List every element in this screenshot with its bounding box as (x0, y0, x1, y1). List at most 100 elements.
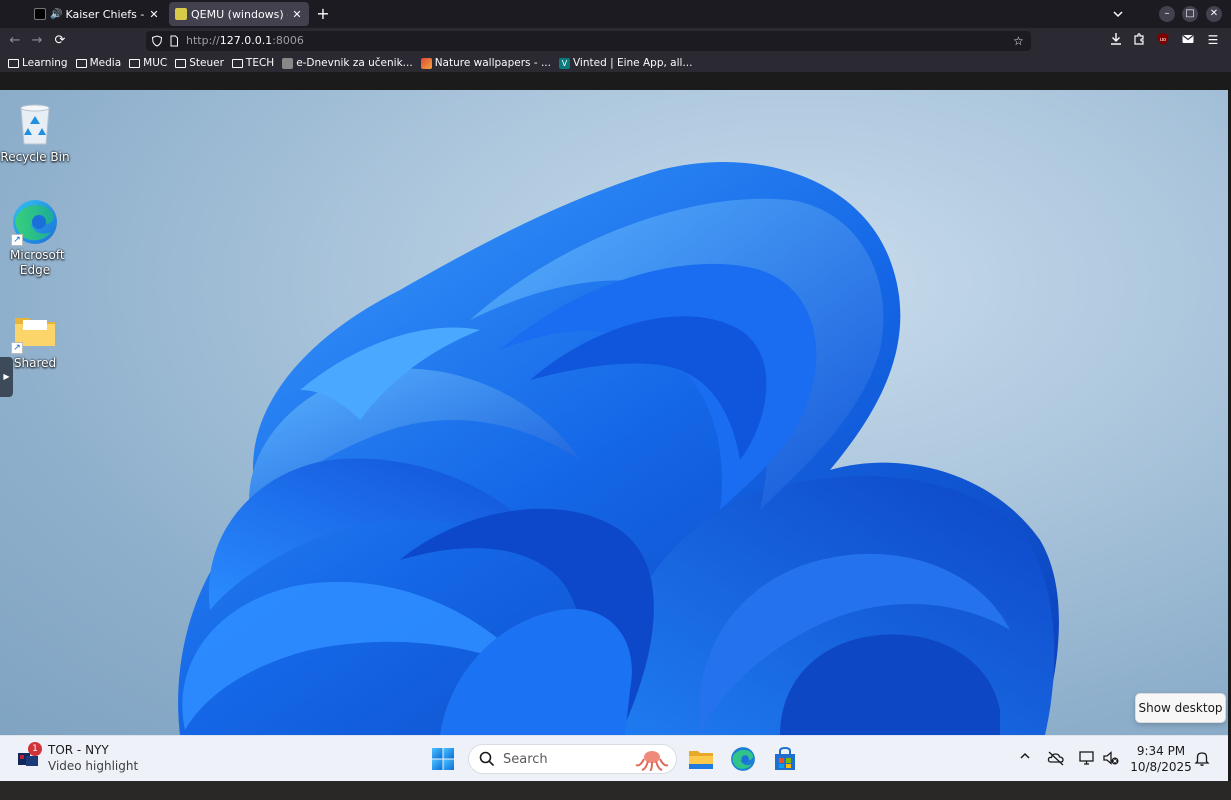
bookmark-label: MUC (143, 57, 168, 69)
list-all-tabs-button[interactable] (1110, 6, 1126, 22)
speaker-icon[interactable]: 🔊 (50, 9, 62, 20)
onedrive-tray-button[interactable] (1046, 749, 1066, 769)
bookmark-label: TECH (245, 57, 275, 69)
taskbar-microsoft-store[interactable] (772, 746, 798, 772)
reload-button[interactable]: ⟳ (51, 32, 69, 50)
bell-icon (1194, 752, 1210, 766)
bookmark-label: Vinted | Eine App, all... (572, 57, 693, 69)
desktop-icon-microsoft-edge[interactable]: ↗ Microsoft Edge (0, 198, 70, 278)
clock-date: 10/8/2025 (1130, 760, 1192, 774)
show-desktop-tooltip: Show desktop (1135, 693, 1226, 723)
qemu-favicon-icon (175, 8, 187, 20)
close-icon[interactable]: ✕ (291, 8, 303, 21)
bookmark-muc[interactable]: MUC (129, 57, 167, 69)
ublock-origin-icon[interactable]: uo (1155, 32, 1171, 48)
tab-tidal[interactable]: 🔊 Kaiser Chiefs - TIDAL ✕ (28, 2, 166, 26)
bookmark-star-icon[interactable]: ☆ (1013, 34, 1024, 48)
bookmark-steuer[interactable]: Steuer (175, 57, 224, 69)
bookmark-label: Learning (22, 57, 68, 69)
folder-icon (175, 58, 187, 68)
show-hidden-icons-button[interactable] (1015, 749, 1035, 769)
forward-button[interactable]: → (28, 32, 46, 50)
notifications-button[interactable] (1192, 749, 1212, 769)
menu-icon[interactable]: ☰ (1205, 32, 1221, 48)
bookmark-media[interactable]: Media (75, 57, 122, 69)
bookmark-label: e-Dnevnik za učenik... (296, 57, 413, 69)
tab-title: Kaiser Chiefs - TIDAL (65, 7, 145, 21)
windows-logo-icon (432, 748, 454, 770)
bookmark-label: Steuer (189, 57, 224, 69)
downloads-icon[interactable] (1108, 32, 1124, 48)
edge-icon: ↗ (11, 198, 59, 246)
vinted-favicon-icon: V (558, 57, 570, 69)
edge-icon (731, 747, 755, 771)
bookmark-nature-wallpapers[interactable]: Nature wallpapers - ... (420, 57, 551, 69)
chevron-up-icon (1020, 752, 1030, 759)
url-port: :8006 (272, 34, 304, 47)
clock-time: 9:34 PM (1136, 744, 1186, 758)
taskbar-file-explorer[interactable] (688, 746, 714, 772)
navigation-toolbar: ← → ⟳ http://127.0.0.1:8006 ☆ uo ☰ (0, 28, 1231, 54)
extensions-icon[interactable] (1131, 32, 1147, 48)
url-text: http://127.0.0.1:8006 (186, 34, 304, 47)
taskbar-microsoft-edge[interactable] (730, 746, 756, 772)
url-protocol: http:// (186, 34, 220, 47)
maximize-button[interactable]: □ (1182, 6, 1198, 22)
mail-icon[interactable] (1180, 32, 1196, 48)
wallpaper-favicon-icon (420, 57, 432, 69)
bookmarks-toolbar: Learning Media MUC Steuer TECH e-Dnevnik… (0, 54, 1231, 72)
page-icon[interactable] (168, 35, 180, 47)
start-button[interactable] (431, 747, 455, 771)
desktop-icon-label: Microsoft Edge (10, 248, 65, 277)
bookmark-edneynik[interactable]: e-Dnevnik za učenik... (282, 57, 413, 69)
chevron-down-icon (1113, 11, 1123, 18)
desktop-icon-label: Recycle Bin (0, 150, 70, 164)
desktop-icon-recycle-bin[interactable]: Recycle Bin (0, 100, 70, 165)
bookmark-label: Media (89, 57, 122, 69)
volume-tray-button[interactable] (1101, 749, 1121, 769)
search-highlight-octopus-icon (635, 751, 669, 771)
store-icon (775, 746, 795, 770)
shortcut-arrow-icon: ↗ (11, 342, 23, 354)
windows-desktop[interactable]: Recycle Bin ↗ Microsoft Edge ↗ Shared (0, 90, 1228, 735)
windows-taskbar: 1 TOR - NYY Video highlight Search 9:34 … (0, 735, 1228, 781)
recycle-bin-icon (11, 100, 59, 148)
taskbar-clock[interactable]: 9:34 PM 10/8/2025 (1126, 743, 1196, 775)
bookmark-label: Nature wallpapers - ... (434, 57, 551, 69)
taskbar-search-box[interactable]: Search (468, 744, 677, 774)
bookmark-learning[interactable]: Learning (8, 57, 68, 69)
bookmark-vinted[interactable]: V Vinted | Eine App, all... (558, 57, 693, 69)
folder-icon: ↗ (11, 306, 59, 354)
close-icon[interactable]: ✕ (148, 8, 160, 21)
widget-title: TOR - NYY (48, 743, 109, 757)
vnc-control-bar-handle[interactable]: ▶ (0, 357, 13, 397)
folder-icon (75, 58, 87, 68)
folder-icon (8, 58, 19, 68)
svg-text:uo: uo (1160, 37, 1166, 43)
edneynik-favicon-icon (282, 57, 294, 69)
network-tray-button[interactable] (1077, 749, 1097, 769)
widgets-button[interactable]: 1 TOR - NYY Video highlight (16, 742, 156, 776)
tidal-favicon-icon (34, 8, 46, 20)
widget-subtitle: Video highlight (48, 759, 139, 773)
network-icon (1079, 751, 1094, 765)
vnc-bottom-border (0, 781, 1231, 800)
browser-tab-strip: 🔊 Kaiser Chiefs - TIDAL ✕ QEMU (windows)… (0, 0, 1231, 28)
folder-icon (129, 58, 141, 68)
tab-title: QEMU (windows) - noVNC (191, 7, 288, 21)
notification-badge: 1 (28, 742, 42, 756)
address-bar[interactable]: http://127.0.0.1:8006 ☆ (146, 31, 1031, 51)
bookmark-tech[interactable]: TECH (231, 57, 275, 69)
shortcut-arrow-icon: ↗ (11, 234, 23, 246)
tab-novnc[interactable]: QEMU (windows) - noVNC ✕ (169, 2, 309, 26)
speaker-muted-icon (1103, 751, 1119, 765)
close-window-button[interactable]: ✕ (1206, 6, 1222, 22)
search-placeholder: Search (503, 752, 548, 767)
file-explorer-icon (689, 751, 713, 769)
back-button[interactable]: ← (6, 32, 24, 50)
minimize-button[interactable]: – (1159, 6, 1175, 22)
folder-icon (231, 58, 243, 68)
url-host: 127.0.0.1 (219, 34, 273, 47)
shield-icon[interactable] (151, 35, 163, 47)
new-tab-button[interactable]: + (314, 5, 332, 23)
